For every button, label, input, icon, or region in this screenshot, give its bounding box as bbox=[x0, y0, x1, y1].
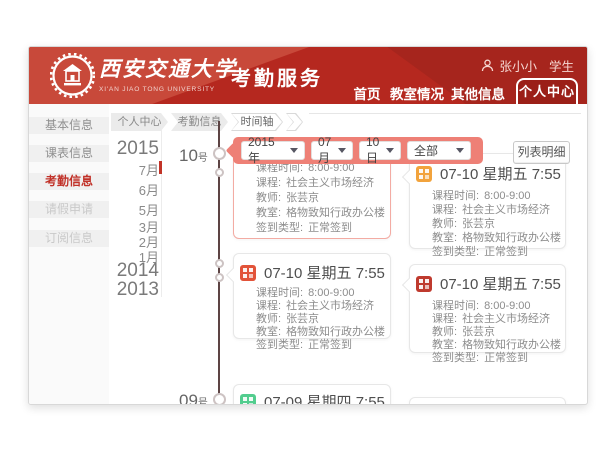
app-window: 西安交通大学 XI'AN JIAO TONG UNIVERSITY 考勤服务 张… bbox=[28, 46, 588, 405]
timeline-year-2015[interactable]: 2015 bbox=[89, 138, 159, 160]
nav-classrooms[interactable]: 教室情况 bbox=[388, 83, 446, 103]
attendance-card[interactable]: 07-10 星期五 7:55 课程时间:8:00-9:00 课程:社会主义市场经… bbox=[409, 153, 566, 249]
attendance-card[interactable]: 07-09 星期四 7:55 bbox=[233, 384, 391, 405]
user-role: 学生 bbox=[549, 56, 574, 75]
timeline-day-09: 09号 bbox=[179, 391, 215, 405]
filter-bar: 2015年 07月 10日 全部 bbox=[233, 137, 483, 164]
user-icon bbox=[481, 59, 494, 72]
filter-bar-tail bbox=[226, 143, 242, 159]
chevron-down-icon bbox=[338, 148, 346, 153]
chevron-down-icon bbox=[386, 148, 394, 153]
breadcrumb-tail-chevron bbox=[286, 113, 303, 131]
chevron-down-icon bbox=[290, 148, 298, 153]
breadcrumb-personal-center[interactable]: 个人中心 bbox=[111, 113, 168, 131]
nav-home[interactable]: 首页 bbox=[352, 83, 382, 103]
timeline-month-jul[interactable]: 7月 bbox=[89, 160, 159, 179]
card-title: 07-09 星期四 7:55 bbox=[264, 391, 385, 405]
breadcrumb-rule bbox=[309, 113, 581, 114]
sidebar-item-basic-info[interactable]: 基本信息 bbox=[29, 117, 109, 134]
calendar-icon bbox=[416, 276, 432, 292]
card-title: 07-10 星期五 7:55 bbox=[440, 273, 561, 294]
card-title: 07-10 星期五 7:55 bbox=[264, 262, 385, 283]
university-logo-icon bbox=[50, 53, 95, 98]
timeline-node bbox=[215, 168, 224, 177]
month-dropdown[interactable]: 07月 bbox=[311, 141, 353, 160]
page: 西安交通大学 XI'AN JIAO TONG UNIVERSITY 考勤服务 张… bbox=[0, 0, 600, 450]
calendar-icon bbox=[416, 166, 432, 182]
breadcrumb-timeline-label: 时间轴 bbox=[232, 114, 282, 130]
breadcrumb-timeline[interactable]: 时间轴 bbox=[231, 113, 283, 131]
calendar-icon bbox=[240, 265, 256, 281]
type-dropdown[interactable]: 全部 bbox=[407, 141, 471, 160]
timeline-node bbox=[213, 393, 226, 405]
timeline-month-jun[interactable]: 6月 bbox=[89, 180, 159, 199]
university-name-cn: 西安交通大学 bbox=[99, 53, 237, 83]
university-name: 西安交通大学 XI'AN JIAO TONG UNIVERSITY bbox=[99, 53, 237, 93]
timeline-day-10: 10号 bbox=[179, 146, 215, 166]
calendar-icon bbox=[240, 394, 256, 406]
list-detail-button[interactable]: 列表明细 bbox=[513, 141, 570, 164]
timeline-node bbox=[213, 147, 226, 160]
university-name-en: XI'AN JIAO TONG UNIVERSITY bbox=[99, 86, 237, 93]
service-title: 考勤服务 bbox=[231, 62, 323, 91]
header: 西安交通大学 XI'AN JIAO TONG UNIVERSITY 考勤服务 张… bbox=[29, 47, 588, 104]
timeline-scale-guide bbox=[161, 119, 162, 297]
day-dropdown[interactable]: 10日 bbox=[359, 141, 401, 160]
attendance-card[interactable]: 07-10 星期五 7:55 课程时间:8:00-9:00 课程:社会主义市场经… bbox=[233, 253, 391, 339]
user-name: 张小小 bbox=[499, 56, 537, 75]
nav-tab-personal-center[interactable]: 个人中心 bbox=[516, 78, 578, 104]
timeline-year-2013[interactable]: 2013 bbox=[89, 279, 159, 301]
timeline-node bbox=[215, 259, 224, 268]
current-month-marker bbox=[159, 161, 162, 174]
nav-other-info[interactable]: 其他信息 bbox=[449, 83, 507, 103]
attendance-card[interactable] bbox=[409, 397, 566, 405]
year-dropdown[interactable]: 2015年 bbox=[241, 141, 305, 160]
attendance-card[interactable]: 07-10 星期五 7:55 课程时间:8:00-9:00 课程:社会主义市场经… bbox=[409, 264, 566, 353]
card-title: 07-10 星期五 7:55 bbox=[440, 163, 561, 184]
user-info[interactable]: 张小小 学生 bbox=[481, 56, 574, 75]
timeline-node bbox=[215, 273, 224, 282]
chevron-down-icon bbox=[456, 148, 464, 153]
